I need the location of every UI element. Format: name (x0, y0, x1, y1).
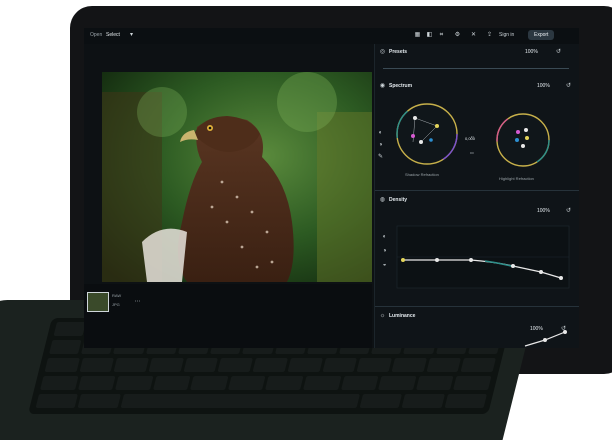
divider (375, 190, 579, 191)
spectrum-value: 100% (537, 83, 550, 89)
app-window: Open Select ▾ ▦ ◧ ⌗ ⚙ ✕ ⇪ Sign in Export (84, 28, 579, 348)
eagle-photo (102, 72, 372, 282)
divider (375, 306, 579, 307)
photo-canvas[interactable] (102, 72, 372, 282)
crop-icon[interactable]: ⌗ (438, 32, 445, 39)
svg-text:▭: ▭ (470, 150, 474, 155)
hue-icon[interactable]: ◐ (377, 130, 384, 137)
view-label: Open (90, 32, 103, 38)
luminance-header[interactable]: ☼ Luminance 100% ↺ (375, 310, 579, 332)
brightness-icon[interactable]: ◐ (381, 234, 388, 241)
luminance-curve[interactable] (375, 328, 579, 348)
share-icon[interactable]: ⇪ (486, 32, 493, 39)
sign-in-link[interactable]: Sign in (499, 32, 514, 38)
luminance-icon: ☼ (379, 313, 386, 319)
grid-icon[interactable]: ▦ (414, 32, 421, 39)
top-bar: Open Select ▾ ▦ ◧ ⌗ ⚙ ✕ ⇪ Sign in Export (84, 28, 579, 44)
luminance-title: Luminance (389, 313, 416, 319)
presets-title: Presets (389, 49, 408, 55)
color-wheels[interactable]: ‹› ▭ (375, 96, 579, 178)
adjust-icon[interactable]: ◒ (381, 262, 388, 269)
saturation-icon[interactable]: ◑ (377, 142, 384, 149)
thumb-label-a: RAW (112, 293, 122, 298)
spectrum-icon: ◉ (379, 83, 386, 89)
presets-header[interactable]: ◎ Presets 100% ↺ (375, 46, 579, 58)
density-icon: ◍ (379, 197, 386, 203)
shadow-refraction-label: Shadow Refraction (405, 172, 439, 177)
spectrum-header[interactable]: ◉ Spectrum 100% ↺ (375, 80, 579, 92)
reset-icon[interactable]: ↺ (555, 49, 562, 56)
view-selector[interactable]: Select (106, 32, 120, 38)
close-icon[interactable]: ✕ (470, 32, 477, 39)
highlight-refraction-label: Highlight Refraction (499, 176, 534, 181)
filmstrip-thumbnail[interactable] (87, 292, 109, 312)
contrast-icon[interactable]: ◑ (381, 248, 388, 255)
density-title: Density (389, 197, 408, 203)
reset-icon[interactable]: ↺ (565, 208, 572, 215)
thumb-label-b: JPG (112, 302, 120, 307)
adjustments-panel: ◎ Presets 100% ↺ ◉ Spectrum 100% ↺ ‹› ▭ … (374, 44, 579, 348)
chevron-down-icon[interactable]: ▾ (128, 32, 135, 39)
density-header[interactable]: ◍ Density 100% ↺ (375, 194, 579, 214)
wheel-center-value: 0,000 (465, 136, 476, 141)
export-button[interactable]: Export (528, 30, 555, 40)
presets-icon: ◎ (379, 49, 386, 55)
filmstrip: RAW JPG ⋯ (84, 284, 372, 348)
reset-icon[interactable]: ↺ (565, 83, 572, 90)
density-value: 100% (537, 208, 550, 214)
compare-icon[interactable]: ◧ (426, 32, 433, 39)
spectrum-title: Spectrum (389, 83, 413, 89)
eyedropper-icon[interactable]: ✎ (377, 154, 384, 161)
presets-slider[interactable] (383, 68, 569, 69)
more-icon[interactable]: ⋯ (134, 299, 141, 306)
density-curve[interactable] (375, 216, 579, 298)
settings-icon[interactable]: ⚙ (454, 32, 461, 39)
presets-value: 100% (525, 49, 538, 55)
